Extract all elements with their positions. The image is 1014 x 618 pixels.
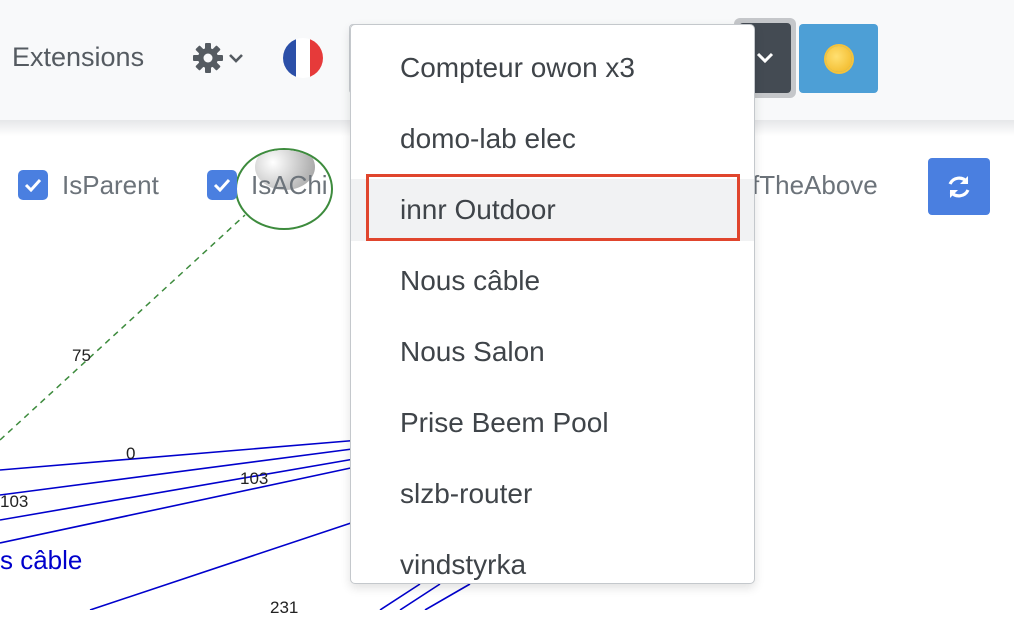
filter-isparent[interactable]: IsParent xyxy=(18,170,159,200)
selection-highlight-box xyxy=(366,174,740,241)
device-dropdown-menu: Compteur owon x3 domo-lab elec innr Outd… xyxy=(350,24,755,584)
edge-label: 75 xyxy=(72,346,91,365)
filter-label: IsParent xyxy=(62,169,159,200)
node-label: s câble xyxy=(0,545,83,575)
dropdown-item[interactable]: Compteur owon x3 xyxy=(351,37,754,99)
graph-edge xyxy=(424,583,471,610)
edge-label: 231 xyxy=(270,598,299,617)
dropdown-item[interactable]: Nous Salon xyxy=(351,321,754,383)
refresh-button[interactable] xyxy=(928,158,990,215)
edge-label: 103 xyxy=(240,469,269,488)
dropdown-item[interactable]: domo-lab elec xyxy=(351,108,754,170)
filter-noneoftheabove[interactable]: fTheAbove xyxy=(752,170,878,200)
graph-edge xyxy=(0,214,246,441)
dropdown-item[interactable]: vindstyrka xyxy=(351,534,754,583)
dropdown-item[interactable]: Prise Beem Pool xyxy=(351,392,754,454)
edge-label: 0 xyxy=(126,444,136,463)
checkbox-checked-icon[interactable] xyxy=(18,170,48,200)
dropdown-item[interactable]: Nous câble xyxy=(351,250,754,312)
edge-label: 103 xyxy=(0,492,29,511)
graph-edge xyxy=(89,519,361,610)
checkbox-checked-icon[interactable] xyxy=(207,170,237,200)
filter-label: fTheAbove xyxy=(752,169,878,200)
filter-label: IsAChi xyxy=(251,169,328,200)
filter-isachild[interactable]: IsAChi xyxy=(207,170,328,200)
graph-edge xyxy=(399,583,441,610)
refresh-icon xyxy=(948,175,970,198)
graph-edge xyxy=(379,583,421,610)
graph-edge xyxy=(0,457,361,521)
dropdown-item[interactable]: slzb-router xyxy=(351,463,754,525)
graph-edge xyxy=(0,465,361,544)
